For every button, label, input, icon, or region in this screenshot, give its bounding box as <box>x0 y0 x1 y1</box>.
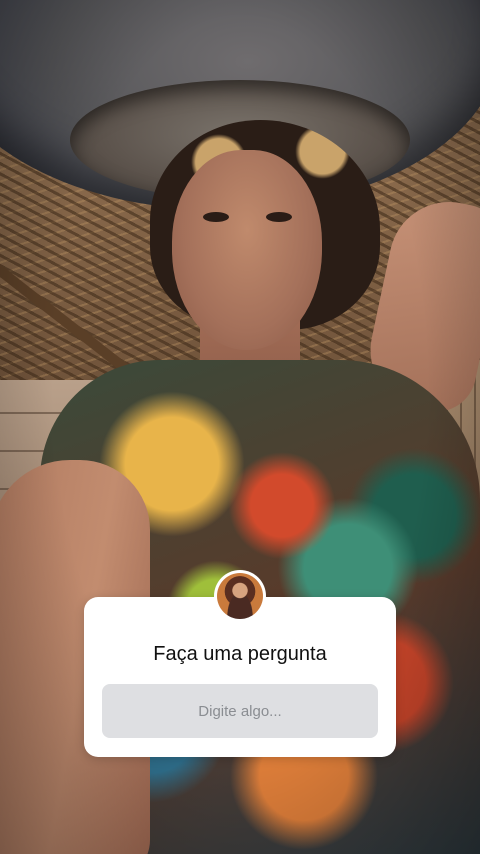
story-screen: Faça uma pergunta <box>0 0 480 854</box>
profile-avatar-icon <box>217 573 263 619</box>
question-answer-input[interactable] <box>102 684 378 738</box>
question-sticker-avatar <box>214 570 266 622</box>
question-sticker-title: Faça uma pergunta <box>153 643 327 665</box>
